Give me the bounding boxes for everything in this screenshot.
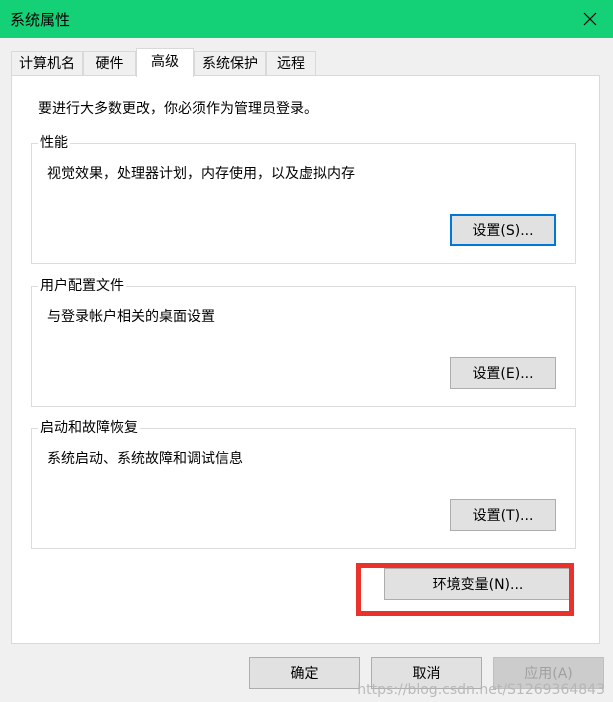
performance-description: 视觉效果，处理器计划，内存使用，以及虚拟内存 [47, 166, 355, 182]
startup-recovery-description: 系统启动、系统故障和调试信息 [47, 451, 243, 467]
performance-group: 性能 视觉效果，处理器计划，内存使用，以及虚拟内存 设置(S)... [31, 134, 576, 264]
performance-legend: 性能 [38, 134, 70, 152]
performance-settings-button[interactable]: 设置(S)... [450, 214, 556, 246]
apply-button[interactable]: 应用(A) [493, 657, 604, 689]
startup-recovery-settings-button[interactable]: 设置(T)... [450, 499, 556, 531]
window-title: 系统属性 [10, 11, 71, 29]
admin-note: 要进行大多数更改，你必须作为管理员登录。 [38, 101, 318, 117]
user-profiles-legend: 用户配置文件 [38, 277, 126, 295]
tab-remote[interactable]: 远程 [266, 51, 316, 75]
user-profiles-description: 与登录帐户相关的桌面设置 [47, 309, 215, 325]
cancel-button[interactable]: 取消 [371, 657, 482, 689]
tab-computer-name[interactable]: 计算机名 [11, 51, 83, 75]
close-button[interactable] [567, 0, 613, 38]
startup-recovery-legend: 启动和故障恢复 [38, 419, 140, 437]
tab-system-protection[interactable]: 系统保护 [194, 51, 266, 75]
user-profiles-settings-button[interactable]: 设置(E)... [450, 357, 556, 389]
close-icon [583, 12, 597, 26]
tab-advanced[interactable]: 高级 [136, 48, 194, 77]
startup-recovery-group: 启动和故障恢复 系统启动、系统故障和调试信息 设置(T)... [31, 419, 576, 549]
tab-hardware[interactable]: 硬件 [83, 51, 136, 75]
environment-variables-button[interactable]: 环境变量(N)... [384, 568, 572, 600]
user-profiles-group: 用户配置文件 与登录帐户相关的桌面设置 设置(E)... [31, 277, 576, 407]
advanced-panel: 要进行大多数更改，你必须作为管理员登录。 性能 视觉效果，处理器计划，内存使用，… [11, 75, 600, 644]
ok-button[interactable]: 确定 [249, 657, 360, 689]
title-bar: 系统属性 [0, 0, 613, 38]
